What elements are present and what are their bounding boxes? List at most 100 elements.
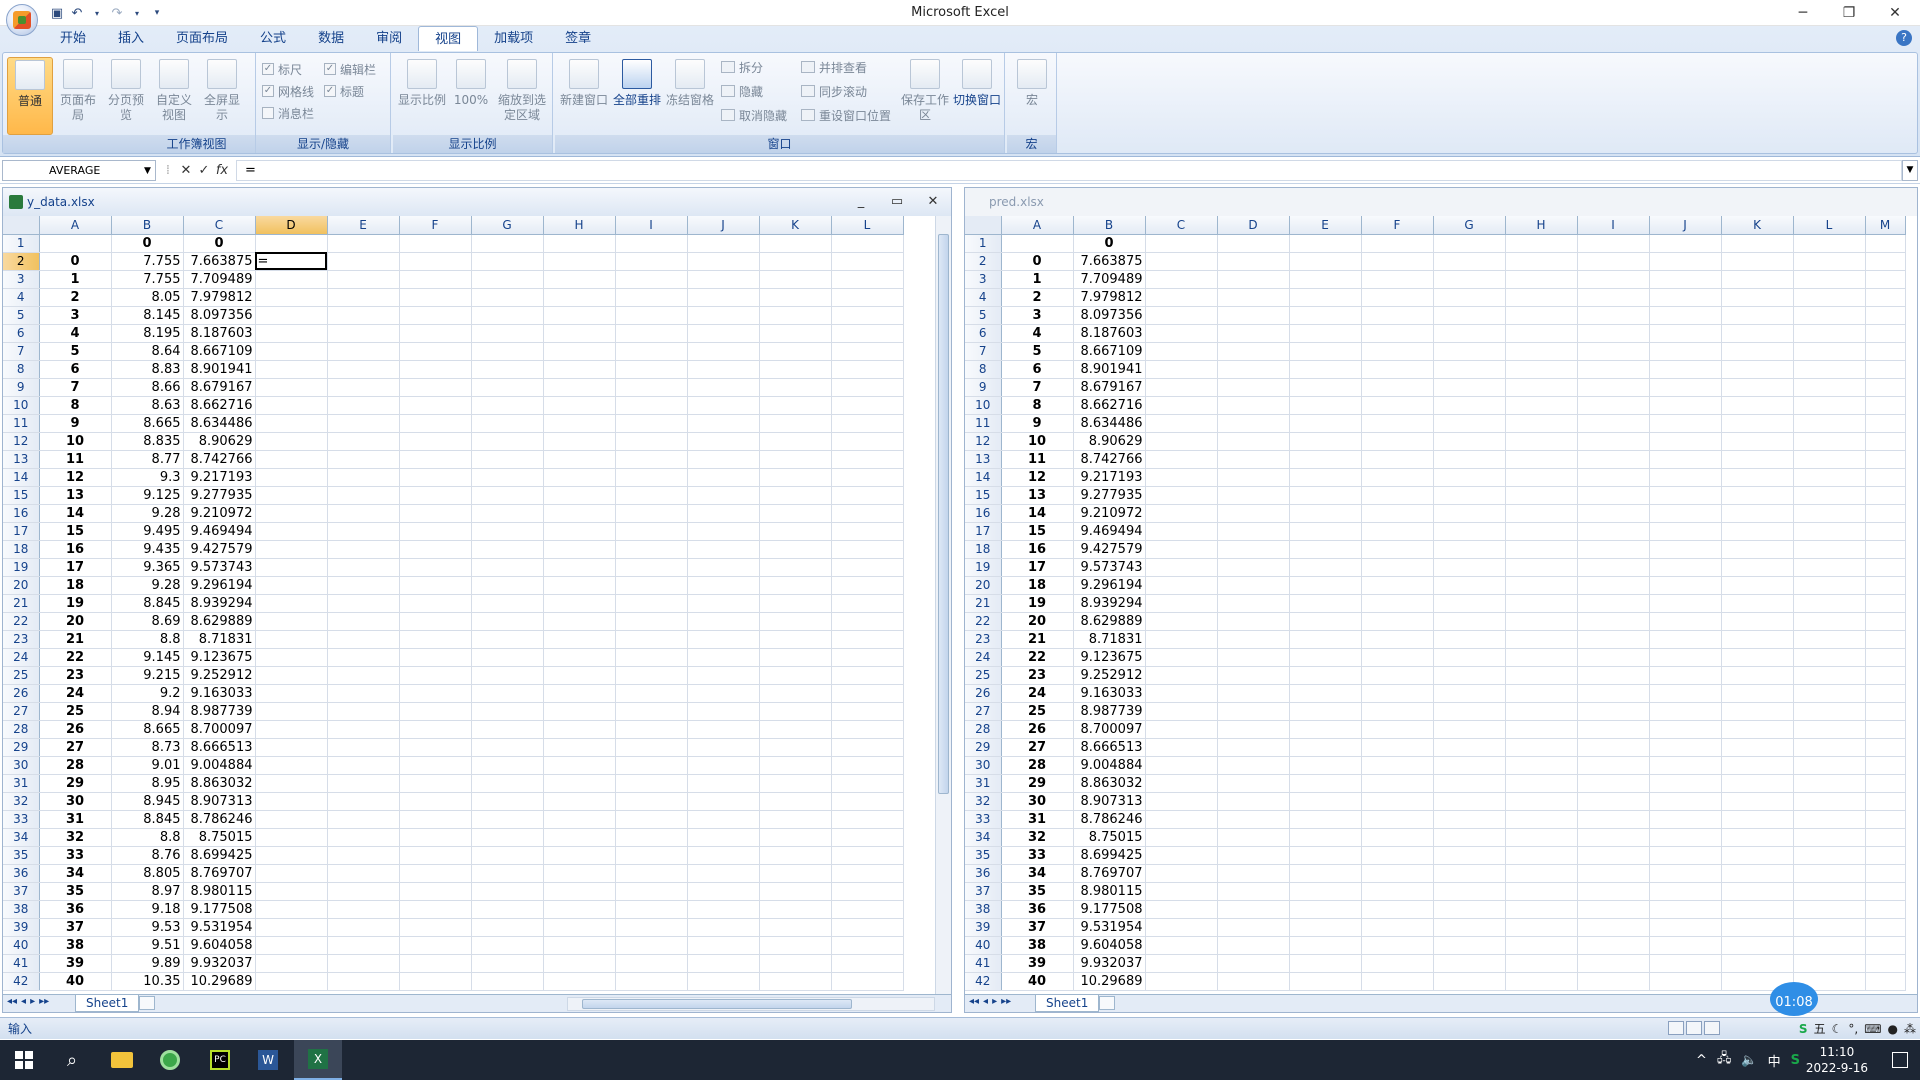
cell-H19[interactable] xyxy=(543,558,616,577)
row-header[interactable]: 31 xyxy=(3,774,40,793)
cell-J8[interactable] xyxy=(687,360,760,379)
cell-G17[interactable] xyxy=(1433,522,1506,541)
cell-D39[interactable] xyxy=(255,918,328,937)
row-header[interactable]: 29 xyxy=(965,738,1002,757)
cell-B2[interactable]: 7.663875 xyxy=(1073,252,1146,271)
row-header[interactable]: 13 xyxy=(965,450,1002,469)
cell-L25[interactable] xyxy=(1793,666,1866,685)
cell-B4[interactable]: 8.05 xyxy=(111,288,184,307)
cell-G15[interactable] xyxy=(471,486,544,505)
cell-K16[interactable] xyxy=(759,504,832,523)
tab-7[interactable]: 加载项 xyxy=(478,26,549,51)
cell-H6[interactable] xyxy=(1505,324,1578,343)
row-header[interactable]: 24 xyxy=(965,648,1002,667)
cell-B7[interactable]: 8.667109 xyxy=(1073,342,1146,361)
row-header[interactable]: 36 xyxy=(3,864,40,883)
cell-J31[interactable] xyxy=(1649,774,1722,793)
cell-H16[interactable] xyxy=(1505,504,1578,523)
cell-F33[interactable] xyxy=(399,810,472,829)
cell-E1[interactable] xyxy=(327,234,400,253)
zoom-button[interactable]: 显示比例 xyxy=(397,57,447,135)
cell-H29[interactable] xyxy=(543,738,616,757)
cell-L8[interactable] xyxy=(1793,360,1866,379)
cell-A19[interactable]: 17 xyxy=(1001,558,1074,577)
cell-B17[interactable]: 9.469494 xyxy=(1073,522,1146,541)
cell-H28[interactable] xyxy=(1505,720,1578,739)
cell-H34[interactable] xyxy=(543,828,616,847)
cell-D23[interactable] xyxy=(1217,630,1290,649)
column-header-B[interactable]: B xyxy=(1073,216,1146,235)
wb-maximize-button[interactable]: ▭ xyxy=(879,188,915,216)
cell-M40[interactable] xyxy=(1865,936,1906,955)
formula-bar-checkbox[interactable]: ✓ 编辑栏 xyxy=(324,59,376,79)
next-sheet-icon[interactable]: ▸ xyxy=(30,996,35,1007)
cell-G31[interactable] xyxy=(1433,774,1506,793)
cell-B25[interactable]: 9.252912 xyxy=(1073,666,1146,685)
input-language-text[interactable]: 中 xyxy=(1768,1051,1781,1070)
cell-K38[interactable] xyxy=(1721,900,1794,919)
cell-J1[interactable] xyxy=(687,234,760,253)
cell-F16[interactable] xyxy=(399,504,472,523)
cell-I11[interactable] xyxy=(615,414,688,433)
cell-E12[interactable] xyxy=(1289,432,1362,451)
cell-F17[interactable] xyxy=(1361,522,1434,541)
cell-I33[interactable] xyxy=(1577,810,1650,829)
cell-A18[interactable]: 16 xyxy=(39,540,112,559)
cell-D10[interactable] xyxy=(255,396,328,415)
cell-J39[interactable] xyxy=(1649,918,1722,937)
column-header-M[interactable]: M xyxy=(1865,216,1906,235)
cell-J36[interactable] xyxy=(687,864,760,883)
cell-I1[interactable] xyxy=(615,234,688,253)
cell-G38[interactable] xyxy=(471,900,544,919)
cell-D15[interactable] xyxy=(1217,486,1290,505)
cell-C19[interactable] xyxy=(1145,558,1218,577)
enter-entry-icon[interactable]: ✓ xyxy=(196,162,212,179)
cell-K15[interactable] xyxy=(759,486,832,505)
cell-J16[interactable] xyxy=(1649,504,1722,523)
cell-B41[interactable]: 9.932037 xyxy=(1073,954,1146,973)
cell-K27[interactable] xyxy=(1721,702,1794,721)
column-header-A[interactable]: A xyxy=(39,216,112,235)
cell-J16[interactable] xyxy=(687,504,760,523)
cell-L19[interactable] xyxy=(1793,558,1866,577)
cell-C32[interactable]: 8.907313 xyxy=(183,792,256,811)
cell-A35[interactable]: 33 xyxy=(39,846,112,865)
column-header-E[interactable]: E xyxy=(1289,216,1362,235)
cell-B13[interactable]: 8.77 xyxy=(111,450,184,469)
cell-H35[interactable] xyxy=(543,846,616,865)
cell-A17[interactable]: 15 xyxy=(39,522,112,541)
cell-G26[interactable] xyxy=(1433,684,1506,703)
cell-G6[interactable] xyxy=(471,324,544,343)
cell-I16[interactable] xyxy=(1577,504,1650,523)
cell-C30[interactable] xyxy=(1145,756,1218,775)
cell-A40[interactable]: 38 xyxy=(39,936,112,955)
cell-D6[interactable] xyxy=(1217,324,1290,343)
cell-I7[interactable] xyxy=(1577,342,1650,361)
cell-D6[interactable] xyxy=(255,324,328,343)
row-header[interactable]: 12 xyxy=(965,432,1002,451)
cell-E3[interactable] xyxy=(1289,270,1362,289)
cell-D27[interactable] xyxy=(255,702,328,721)
column-header-J[interactable]: J xyxy=(687,216,760,235)
cell-H1[interactable] xyxy=(1505,234,1578,253)
cell-B40[interactable]: 9.604058 xyxy=(1073,936,1146,955)
column-header-C[interactable]: C xyxy=(183,216,256,235)
row-header[interactable]: 8 xyxy=(965,360,1002,379)
cell-H18[interactable] xyxy=(1505,540,1578,559)
cell-A38[interactable]: 36 xyxy=(39,900,112,919)
cell-E26[interactable] xyxy=(1289,684,1362,703)
cell-L24[interactable] xyxy=(1793,648,1866,667)
row-header[interactable]: 32 xyxy=(965,792,1002,811)
cell-G14[interactable] xyxy=(471,468,544,487)
cell-F5[interactable] xyxy=(1361,306,1434,325)
cell-G15[interactable] xyxy=(1433,486,1506,505)
cell-C25[interactable]: 9.252912 xyxy=(183,666,256,685)
first-sheet-icon[interactable]: ◂◂ xyxy=(7,996,17,1007)
cell-L26[interactable] xyxy=(831,684,904,703)
cell-H21[interactable] xyxy=(543,594,616,613)
view-custom-button[interactable]: 自定义视图 xyxy=(151,57,197,135)
cell-E25[interactable] xyxy=(1289,666,1362,685)
last-sheet-icon[interactable]: ▸▸ xyxy=(39,996,49,1007)
cell-J30[interactable] xyxy=(1649,756,1722,775)
column-header-H[interactable]: H xyxy=(1505,216,1578,235)
